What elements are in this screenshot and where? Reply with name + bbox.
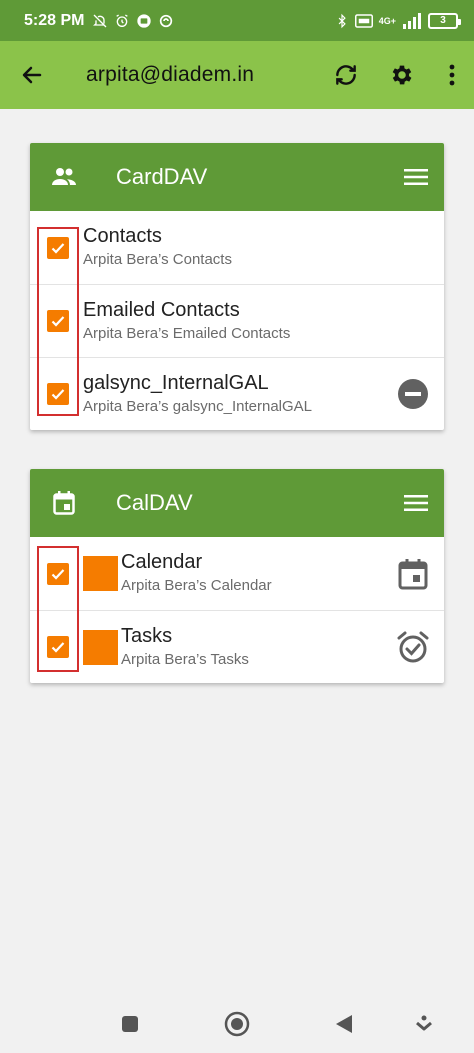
alarm-icon — [396, 630, 430, 664]
collection-description: Arpita Bera’s Tasks — [121, 651, 249, 668]
recents-button[interactable] — [110, 1004, 150, 1044]
carddav-header: CardDAV — [30, 143, 444, 211]
back-nav-button[interactable] — [324, 1004, 364, 1044]
battery-icon: 3 — [428, 12, 461, 29]
carddav-list: Contacts Arpita Bera’s Contacts Emailed … — [30, 211, 444, 430]
collection-name: Calendar — [121, 551, 203, 573]
status-time: 5:28 PM — [24, 11, 85, 29]
toolbar-actions — [318, 41, 474, 109]
calendar-texts: Calendar Arpita Bera’s Calendar — [121, 549, 272, 597]
collection-description: Arpita Bera’s Emailed Contacts — [83, 325, 291, 342]
emailed-contacts-checkbox[interactable] — [47, 310, 69, 332]
more-vert-icon — [449, 64, 455, 86]
settings-button[interactable] — [374, 41, 430, 109]
network-type: 4G+ — [378, 15, 396, 26]
collection-name: Emailed Contacts — [83, 299, 240, 321]
home-circle-icon — [224, 1011, 250, 1037]
list-item-contacts[interactable]: Contacts Arpita Bera’s Contacts — [30, 211, 444, 284]
system-nav-bar — [0, 995, 474, 1053]
carddav-card: CardDAV Contacts Arpita Bera’s Contacts … — [30, 143, 444, 430]
emailed-contacts-texts: Emailed Contacts Arpita Bera’s Emailed C… — [83, 297, 290, 345]
square-icon — [122, 1016, 138, 1032]
tasks-texts: Tasks Arpita Bera’s Tasks — [121, 623, 249, 671]
gear-icon — [392, 65, 412, 85]
collection-description: Arpita Bera’s Calendar — [121, 577, 272, 594]
menu-icon — [404, 169, 428, 185]
more-options-button[interactable] — [430, 41, 474, 109]
check-icon — [51, 389, 65, 400]
sync-button[interactable] — [318, 41, 374, 109]
carddav-menu-button[interactable] — [388, 168, 444, 186]
bell-off-icon — [93, 14, 107, 27]
sync-icon — [336, 65, 356, 85]
collection-name: galsync_InternalGAL — [83, 372, 269, 394]
tasks-checkbox[interactable] — [47, 636, 69, 658]
list-item-tasks[interactable]: Tasks Arpita Bera’s Tasks — [30, 610, 444, 683]
caldav-header: CalDAV — [30, 469, 444, 537]
alarm-status-icon — [116, 13, 129, 27]
list-item-galsync[interactable]: galsync_InternalGAL Arpita Bera’s galsyn… — [30, 357, 444, 430]
volte-icon — [354, 13, 373, 28]
check-icon — [51, 242, 65, 254]
event-icon — [396, 557, 430, 591]
check-icon — [51, 316, 65, 327]
menu-icon — [404, 495, 428, 511]
galsync-checkbox[interactable] — [47, 383, 69, 405]
battery-level: 3 — [440, 15, 446, 26]
contacts-texts: Contacts Arpita Bera’s Contacts — [83, 223, 232, 271]
caldav-menu-button[interactable] — [388, 494, 444, 512]
caldav-card: CalDAV Calendar Arpita Bera’s Calendar T… — [30, 469, 444, 683]
list-item-emailed-contacts[interactable]: Emailed Contacts Arpita Bera’s Emailed C… — [30, 284, 444, 357]
carddav-title: CardDAV — [116, 164, 208, 189]
back-button[interactable] — [0, 41, 64, 109]
calendar-icon — [30, 491, 98, 515]
account-title: arpita@diadem.in — [86, 63, 255, 86]
calendar-checkbox[interactable] — [47, 562, 69, 585]
remove-circle-icon[interactable] — [396, 377, 430, 411]
collection-description: Arpita Bera’s Contacts — [83, 251, 232, 268]
list-item-calendar[interactable]: Calendar Arpita Bera’s Calendar — [30, 537, 444, 610]
home-button[interactable] — [217, 1004, 257, 1044]
sync-status-icon — [160, 14, 173, 27]
status-bar: 5:28 PM 4G+ 3 — [0, 0, 474, 41]
signal-icon — [403, 12, 421, 29]
media-icon — [137, 13, 152, 28]
arrow-left-icon — [22, 66, 42, 84]
color-swatch — [83, 629, 118, 665]
notification-icons — [92, 13, 174, 29]
check-icon — [51, 642, 65, 653]
triangle-back-icon — [336, 1015, 352, 1033]
color-swatch — [83, 556, 118, 591]
system-status: 4G+ 3 — [335, 12, 461, 29]
chevron-down-icon — [416, 1015, 432, 1031]
caldav-title: CalDAV — [116, 490, 193, 515]
app-toolbar: arpita@diadem.in — [0, 41, 474, 109]
bluetooth-icon — [338, 13, 346, 28]
collection-description: Arpita Bera’s galsync_InternalGAL — [83, 398, 313, 415]
caldav-list: Calendar Arpita Bera’s Calendar Tasks Ar… — [30, 537, 444, 683]
check-icon — [51, 568, 65, 580]
hide-nav-button[interactable] — [404, 1004, 444, 1044]
collection-name: Contacts — [83, 225, 162, 247]
galsync-texts: galsync_InternalGAL Arpita Bera’s galsyn… — [83, 370, 312, 418]
contacts-checkbox[interactable] — [47, 236, 69, 259]
people-icon — [30, 167, 98, 187]
collection-name: Tasks — [121, 625, 173, 647]
